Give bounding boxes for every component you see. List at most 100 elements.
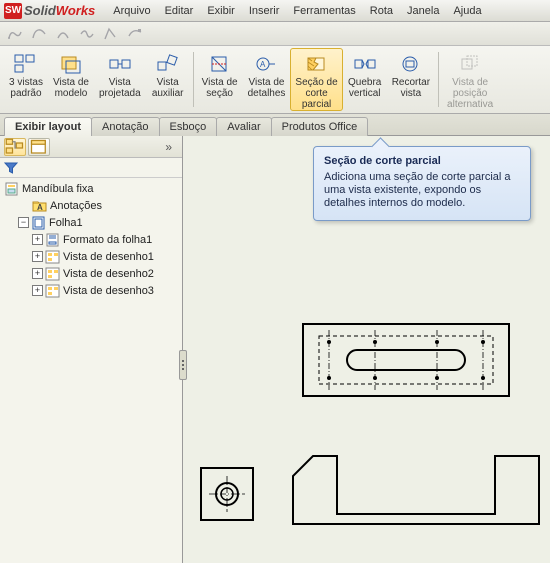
svg-text:A: A [37,203,43,212]
section-view-icon [207,53,233,75]
ribbon-label: Vista de posição alternativa [447,77,493,110]
side-tab-bar: » [0,136,182,158]
drawing-view-top [301,322,511,398]
title-bar: SW SolidWorks Arquivo Editar Exibir Inse… [0,0,550,22]
drawing-doc-icon [4,182,20,196]
drawing-view-icon [45,250,61,264]
three-views-icon [13,53,39,75]
ribbon-vista-secao[interactable]: Vista de seção [197,48,243,111]
sketch-tool-6-icon[interactable] [126,25,144,43]
tab-esboco[interactable]: Esboço [159,117,218,136]
tab-avaliar[interactable]: Avaliar [216,117,271,136]
menu-rota[interactable]: Rota [364,3,399,19]
app-name-b: Works [56,3,96,18]
ribbon-3vistas[interactable]: 3 vistas padrão [4,48,48,111]
ribbon-secao-corte-parcial[interactable]: Seção de corte parcial [290,48,342,111]
projected-view-icon [107,53,133,75]
expand-toggle-icon[interactable]: + [32,251,43,262]
tab-strip: Exibir layout Anotação Esboço Avaliar Pr… [0,114,550,136]
ribbon-label: Vista projetada [99,77,141,99]
sketch-tool-3-icon[interactable] [54,25,72,43]
sketch-tool-2-icon[interactable] [30,25,48,43]
drawing-view-icon [45,284,61,298]
sketch-tool-4-icon[interactable] [78,25,96,43]
menu-ajuda[interactable]: Ajuda [447,3,487,19]
feature-manager-panel: » Mandíbula fixa A Anotações − Folha1 + [0,136,183,563]
detail-view-icon: A [254,53,280,75]
ribbon-label: Vista de detalhes [248,77,286,99]
ribbon-label: Recortar vista [392,77,430,99]
expand-toggle-icon[interactable]: + [32,234,43,245]
tree-view-1[interactable]: + Vista de desenho1 [2,248,180,265]
ribbon: 3 vistas padrão Vista de modelo Vista pr… [0,46,550,114]
app-name: SolidWorks [24,3,95,18]
ribbon-quebra-vertical[interactable]: Quebra vertical [343,48,387,111]
feature-tree-tab-icon[interactable] [4,138,26,156]
app-name-a: Solid [24,3,56,18]
sheet-icon [31,216,47,230]
ribbon-vista-modelo[interactable]: Vista de modelo [48,48,94,111]
tree-label: Formato da folha1 [63,234,152,246]
splitter-grip[interactable] [179,350,187,380]
menu-editar[interactable]: Editar [159,3,200,19]
svg-text:A: A [260,60,266,69]
annotations-folder-icon: A [32,199,48,213]
funnel-icon [4,161,18,175]
tree-label: Vista de desenho3 [63,285,154,297]
expand-toggle-icon[interactable]: + [32,268,43,279]
auxiliary-view-icon [155,53,181,75]
feature-tree[interactable]: Mandíbula fixa A Anotações − Folha1 + Fo… [0,178,182,563]
drawing-canvas[interactable]: Seção de corte parcial Adiciona uma seçã… [183,136,550,563]
expand-panel-icon[interactable]: » [165,140,178,154]
mini-toolbar [0,22,550,46]
menu-exibir[interactable]: Exibir [201,3,241,19]
ribbon-vista-projetada[interactable]: Vista projetada [94,48,146,111]
ribbon-label: Vista auxiliar [152,77,184,99]
app-logo: SW [4,3,22,19]
property-manager-tab-icon[interactable] [28,138,50,156]
tooltip-body: Adiciona uma seção de corte parcial a um… [324,171,520,210]
menu-janela[interactable]: Janela [401,3,445,19]
tree-annotations[interactable]: A Anotações [2,197,180,214]
tree-root[interactable]: Mandíbula fixa [2,180,180,197]
tree-label: Vista de desenho2 [63,268,154,280]
tooltip: Seção de corte parcial Adiciona uma seçã… [313,146,531,221]
collapse-toggle-icon[interactable]: − [18,217,29,228]
sketch-tool-5-icon[interactable] [102,25,120,43]
main-area: » Mandíbula fixa A Anotações − Folha1 + [0,136,550,563]
ribbon-vista-auxiliar[interactable]: Vista auxiliar [146,48,190,111]
sheet-format-icon [45,233,61,247]
tree-label: Vista de desenho1 [63,251,154,263]
tree-view-3[interactable]: + Vista de desenho3 [2,282,180,299]
ribbon-label: Vista de seção [202,77,238,99]
ribbon-label: Vista de modelo [53,77,89,99]
menu-bar: Arquivo Editar Exibir Inserir Ferramenta… [107,3,487,19]
crop-view-icon [398,53,424,75]
tree-sheet-format[interactable]: + Formato da folha1 [2,231,180,248]
expand-toggle-icon[interactable]: + [32,285,43,296]
ribbon-vista-posicao-alternativa: Vista de posição alternativa [442,48,498,111]
tab-anotacao[interactable]: Anotação [91,117,159,136]
model-view-icon [58,53,84,75]
menu-ferramentas[interactable]: Ferramentas [287,3,361,19]
sketch-tool-1-icon[interactable] [6,25,24,43]
menu-arquivo[interactable]: Arquivo [107,3,156,19]
break-view-icon [352,53,378,75]
menu-inserir[interactable]: Inserir [243,3,286,19]
tree-label: Anotações [50,200,102,212]
tree-sheet[interactable]: − Folha1 [2,214,180,231]
tree-label: Folha1 [49,217,83,229]
ribbon-recortar-vista[interactable]: Recortar vista [387,48,435,111]
alternate-position-icon [457,53,483,75]
ribbon-separator [438,52,439,107]
tree-view-2[interactable]: + Vista de desenho2 [2,265,180,282]
drawing-view-bottom-left [199,466,255,522]
tree-filter-row[interactable] [0,158,182,178]
drawing-view-icon [45,267,61,281]
tooltip-title: Seção de corte parcial [324,155,520,167]
tab-exibir-layout[interactable]: Exibir layout [4,117,92,136]
broken-out-section-icon [304,53,330,75]
ribbon-separator [193,52,194,107]
ribbon-vista-detalhes[interactable]: A Vista de detalhes [243,48,291,111]
tab-produtos-office[interactable]: Produtos Office [271,117,369,136]
